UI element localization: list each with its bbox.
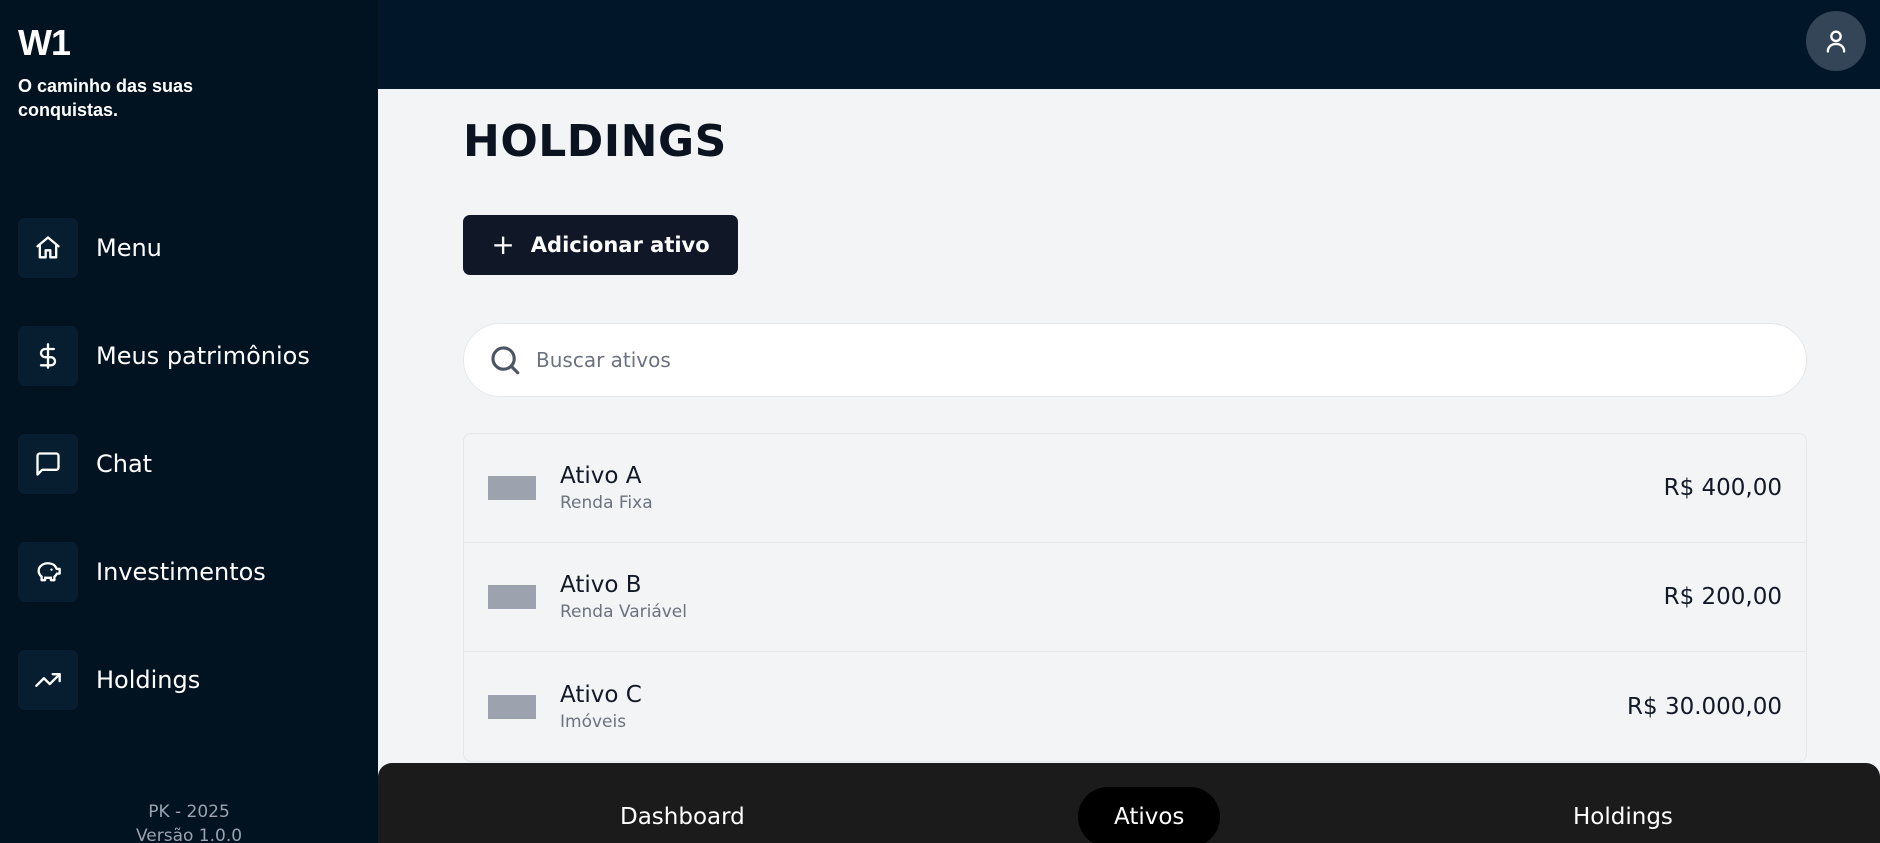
chat-icon [18, 434, 78, 494]
sidebar-footer: PK - 2025 Versão 1.0.0 [0, 800, 378, 843]
page-title: HOLDINGS [463, 116, 727, 167]
bottom-nav: Dashboard Ativos Holdings [378, 763, 1880, 843]
asset-row[interactable]: Ativo A Renda Fixa R$ 400,00 [464, 434, 1806, 543]
asset-type: Renda Variável [560, 602, 687, 622]
user-avatar-button[interactable] [1806, 11, 1866, 71]
sidebar-item-label: Menu [96, 234, 162, 262]
search-input[interactable] [536, 348, 1736, 372]
asset-name: Ativo B [560, 572, 642, 598]
top-bar [378, 0, 1880, 89]
sidebar-item-label: Chat [96, 450, 153, 478]
asset-value: R$ 200,00 [1663, 584, 1782, 610]
brand-logo: W1 [18, 22, 71, 63]
dollar-icon [18, 326, 78, 386]
add-asset-label: Adicionar ativo [530, 233, 710, 257]
asset-value: R$ 400,00 [1663, 475, 1782, 501]
sidebar-item-label: Holdings [96, 666, 201, 694]
sidebar: W1 O caminho das suas conquistas. Menu M… [0, 0, 378, 843]
piggy-bank-icon [18, 542, 78, 602]
sidebar-item-chat[interactable]: Chat [18, 434, 152, 494]
asset-row[interactable]: Ativo C Imóveis R$ 30.000,00 [464, 652, 1806, 761]
search-bar[interactable] [463, 323, 1807, 397]
asset-type: Renda Fixa [560, 493, 653, 513]
brand-tagline: O caminho das suas conquistas. [18, 76, 194, 120]
tab-dashboard[interactable]: Dashboard [584, 787, 781, 843]
sidebar-item-meus-patrimonios[interactable]: Meus patrimônios [18, 326, 310, 386]
sidebar-item-investimentos[interactable]: Investimentos [18, 542, 266, 602]
asset-thumbnail [488, 476, 536, 500]
trending-up-icon [18, 650, 78, 710]
footer-version: Versão 1.0.0 [135, 826, 243, 843]
footer-copyright: PK - 2025 [148, 802, 230, 822]
search-icon [488, 343, 522, 377]
asset-thumbnail [488, 694, 536, 719]
home-icon [18, 218, 78, 278]
add-asset-button[interactable]: + Adicionar ativo [463, 215, 738, 275]
tab-ativos[interactable]: Ativos [1078, 787, 1221, 843]
sidebar-item-label: Investimentos [96, 558, 266, 586]
asset-row[interactable]: Ativo B Renda Variável R$ 200,00 [464, 543, 1806, 652]
asset-list: Ativo A Renda Fixa R$ 400,00 Ativo B Ren… [463, 433, 1807, 762]
asset-thumbnail [488, 585, 536, 609]
user-icon [1822, 27, 1850, 55]
asset-type: Imóveis [560, 711, 627, 732]
sidebar-item-label: Meus patrimônios [96, 342, 310, 370]
tab-holdings[interactable]: Holdings [1537, 787, 1709, 843]
asset-name: Ativo A [560, 463, 642, 489]
asset-name: Ativo C [560, 681, 642, 708]
plus-icon: + [491, 228, 515, 261]
sidebar-item-menu[interactable]: Menu [18, 218, 162, 278]
sidebar-item-holdings[interactable]: Holdings [18, 650, 200, 710]
asset-value: R$ 30.000,00 [1627, 693, 1782, 720]
